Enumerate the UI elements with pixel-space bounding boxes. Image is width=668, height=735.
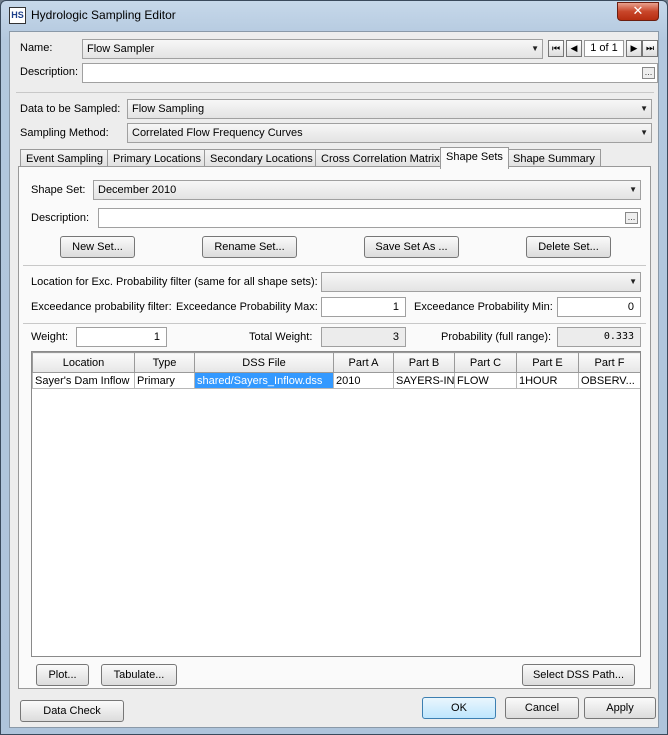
rename-set-button[interactable]: Rename Set... [202,236,297,258]
delete-set-button[interactable]: Delete Set... [526,236,611,258]
total-weight-label: Total Weight: [249,331,313,343]
record-navigator: ⏮ ◀ 1 of 1 ▶ ⏭ [548,40,658,58]
table-row[interactable]: Sayer's Dam Inflow Primary shared/Sayers… [32,372,640,389]
data-sampled-combo[interactable]: Flow Sampling ▼ [127,99,652,119]
data-sampled-label: Data to be Sampled: [20,103,121,115]
data-sampled-value: Flow Sampling [132,103,205,115]
ok-button[interactable]: OK [422,697,496,719]
chevron-down-icon: ▼ [629,185,637,194]
shape-sets-panel: Shape Set: December 2010 ▼ Description: … [18,166,651,689]
divider [23,323,646,324]
table-cell-selected[interactable]: shared/Sayers_Inflow.dss [194,372,334,389]
app-icon: HS [9,7,26,24]
cancel-button[interactable]: Cancel [505,697,579,719]
apply-button[interactable]: Apply [584,697,656,719]
exceedance-max-label: Exceedance Probability Max: [176,301,318,313]
client-area: Name: Flow Sampler ▼ ⏮ ◀ 1 of 1 ▶ ⏭ Desc… [9,31,659,728]
ellipsis-icon[interactable]: … [642,67,655,79]
exceedance-filter-label: Exceedance probability filter: [31,301,172,313]
shape-set-label: Shape Set: [31,184,86,196]
table-header-row: Location Type DSS File Part A Part B Par… [32,352,640,373]
prev-record-icon[interactable]: ◀ [566,40,582,57]
column-header[interactable]: Part C [454,352,517,373]
table-cell[interactable]: Sayer's Dam Inflow [32,372,135,389]
tabulate-button[interactable]: Tabulate... [101,664,177,686]
table-cell[interactable]: Primary [134,372,195,389]
weight-field[interactable]: 1 [76,327,167,347]
weight-label: Weight: [31,331,69,343]
ellipsis-icon[interactable]: … [625,212,638,224]
record-counter: 1 of 1 [584,40,624,57]
plot-button[interactable]: Plot... [36,664,89,686]
exceedance-max-field[interactable]: 1 [321,297,406,317]
filter-location-combo[interactable]: ▼ [321,272,641,292]
shape-set-combo[interactable]: December 2010 ▼ [93,180,641,200]
table-cell[interactable]: 1HOUR [516,372,579,389]
select-dss-path-button[interactable]: Select DSS Path... [522,664,635,686]
description-label: Description: [20,66,79,78]
tab-shape-sets[interactable]: Shape Sets [440,147,509,169]
window: HS Hydrologic Sampling Editor ✕ Name: Fl… [0,0,668,735]
chevron-down-icon: ▼ [640,128,648,137]
column-header[interactable]: DSS File [194,352,334,373]
column-header[interactable]: Part F [578,352,640,373]
column-header[interactable]: Location [32,352,135,373]
next-record-icon[interactable]: ▶ [626,40,642,57]
divider [23,265,646,266]
total-weight-field: 3 [321,327,406,347]
sampling-method-value: Correlated Flow Frequency Curves [132,127,303,139]
probability-label: Probability (full range): [441,331,552,343]
table-cell[interactable]: SAYERS-IN [393,372,455,389]
new-set-button[interactable]: New Set... [60,236,135,258]
last-record-icon[interactable]: ⏭ [642,40,658,57]
window-title: Hydrologic Sampling Editor [31,8,176,22]
description-field[interactable]: … [82,63,658,83]
table-cell[interactable]: OBSERV... [578,372,640,389]
save-set-as-button[interactable]: Save Set As ... [364,236,459,258]
exceedance-min-field[interactable]: 0 [557,297,641,317]
table-cell[interactable]: 2010 [333,372,394,389]
table-cell[interactable]: FLOW [454,372,517,389]
title-bar: HS Hydrologic Sampling Editor ✕ [1,1,667,29]
column-header[interactable]: Part B [393,352,455,373]
column-header[interactable]: Type [134,352,195,373]
sampling-method-combo[interactable]: Correlated Flow Frequency Curves ▼ [127,123,652,143]
filter-location-label: Location for Exc. Probability filter (sa… [31,276,318,288]
locations-table[interactable]: Location Type DSS File Part A Part B Par… [31,351,641,657]
locations-grid: Location Type DSS File Part A Part B Par… [32,352,640,389]
first-record-icon[interactable]: ⏮ [548,40,564,57]
probability-field: 0.333 [557,327,641,347]
name-combo[interactable]: Flow Sampler ▼ [82,39,543,59]
shape-description-label: Description: [31,212,90,224]
shape-set-value: December 2010 [98,184,177,196]
sampling-method-label: Sampling Method: [20,127,109,139]
close-button[interactable]: ✕ [617,2,659,21]
shape-description-field[interactable]: … [98,208,641,228]
name-label: Name: [20,42,53,54]
data-check-button[interactable]: Data Check [20,700,124,722]
column-header[interactable]: Part E [516,352,579,373]
chevron-down-icon: ▼ [531,44,539,53]
column-header[interactable]: Part A [333,352,394,373]
divider [16,92,654,93]
chevron-down-icon: ▼ [640,104,648,113]
exceedance-min-label: Exceedance Probability Min: [414,301,553,313]
chevron-down-icon: ▼ [629,277,637,286]
name-value: Flow Sampler [87,43,155,55]
